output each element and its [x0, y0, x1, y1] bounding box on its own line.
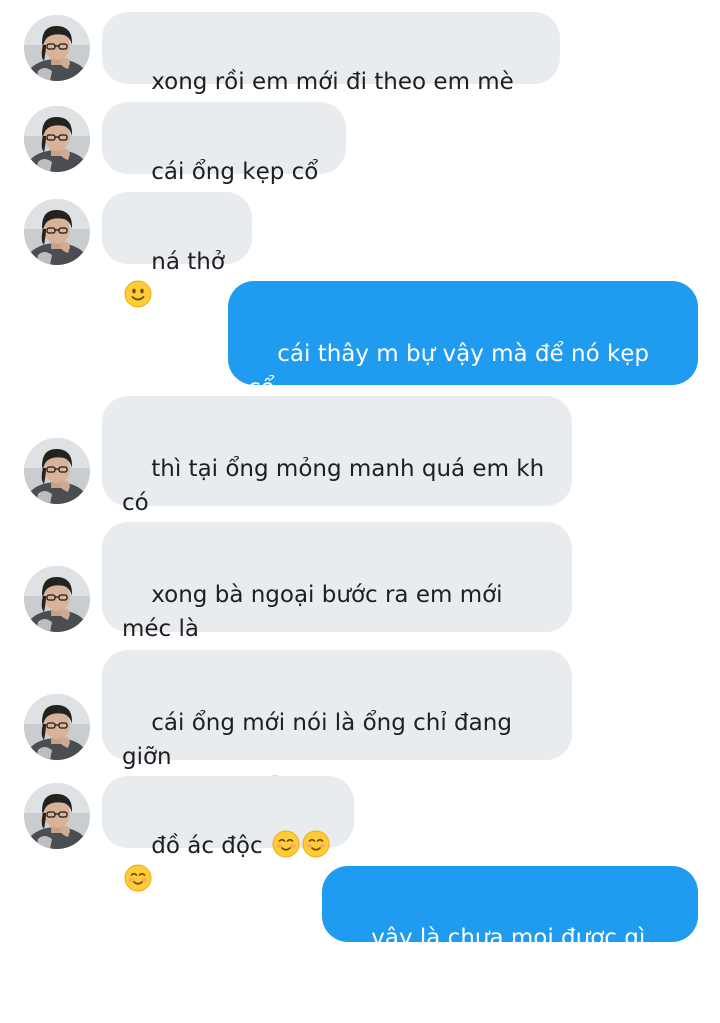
avatar[interactable]	[24, 106, 90, 172]
message-bubble[interactable]: xong bà ngoại bước ra em mới méc là ngoạ…	[102, 522, 572, 676]
avatar[interactable]	[24, 199, 90, 265]
message-text: đồ ác độc	[151, 833, 270, 859]
message-bubble[interactable]: cái thây m bự vậy mà để nó kẹp cổ	[228, 281, 698, 433]
message-bubble[interactable]: đồ ác độc	[102, 776, 354, 892]
message-bubble[interactable]: ná thở	[102, 192, 252, 308]
avatar[interactable]	[24, 438, 90, 504]
message-bubble[interactable]: vậy là chưa moi được gì luôn?	[322, 866, 698, 985]
smiling-face-icon	[272, 830, 300, 858]
avatar[interactable]	[24, 694, 90, 760]
message-bubble[interactable]: cái ổng mới nói là ổng chỉ đang giỡn với…	[102, 650, 572, 804]
smiling-face-icon	[302, 830, 330, 858]
avatar[interactable]	[24, 566, 90, 632]
avatar[interactable]	[24, 15, 90, 81]
message-text: cái thây m bự vậy mà để nó kẹp cổ	[248, 341, 650, 401]
message-bubble[interactable]: xong rồi em mới đi theo em mè nheo	[102, 12, 560, 129]
message-bubble[interactable]: cái ổng kẹp cổ em	[102, 102, 346, 219]
message-bubble[interactable]: thì tại ổng mỏng manh quá em kh có dám p…	[102, 396, 572, 550]
message-text: vậy là chưa moi được gì luôn?	[342, 925, 653, 985]
slightly-smiling-face-icon	[124, 280, 152, 308]
avatar[interactable]	[24, 783, 90, 849]
message-text: ná thở	[151, 249, 233, 275]
smiling-face-icon	[124, 864, 152, 892]
